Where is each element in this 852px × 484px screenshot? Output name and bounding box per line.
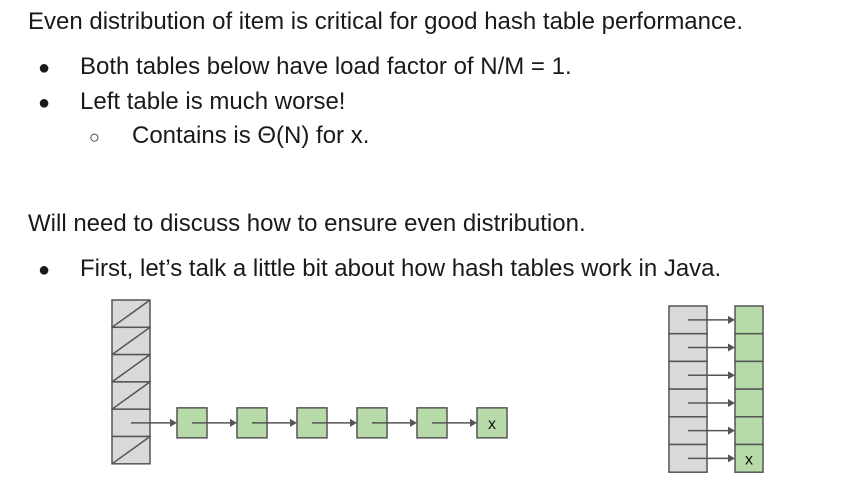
right-node [734,416,764,446]
left-chain-arrow-head [410,418,417,427]
right-node [734,388,764,418]
slide: Even distribution of item is critical fo… [0,0,852,484]
node-x-label: x [745,451,753,468]
right-node [734,360,764,390]
left-chain-arrow-head [170,418,177,427]
right-arrow-head [728,371,735,380]
right-arrow-head [728,398,735,407]
left-chain-arrow-head [470,418,477,427]
right-arrow-head [728,315,735,324]
left-chain-arrow-head [350,418,357,427]
hash-table-diagram: xx [111,299,764,473]
right-arrow-head [728,426,735,435]
left-chain-arrow-head [230,418,237,427]
right-arrow-head [728,343,735,352]
right-node [734,332,764,363]
right-node [734,305,764,335]
node-x-label: x [488,416,496,433]
right-arrow-head [728,454,735,463]
left-chain-arrow-head [290,418,297,427]
